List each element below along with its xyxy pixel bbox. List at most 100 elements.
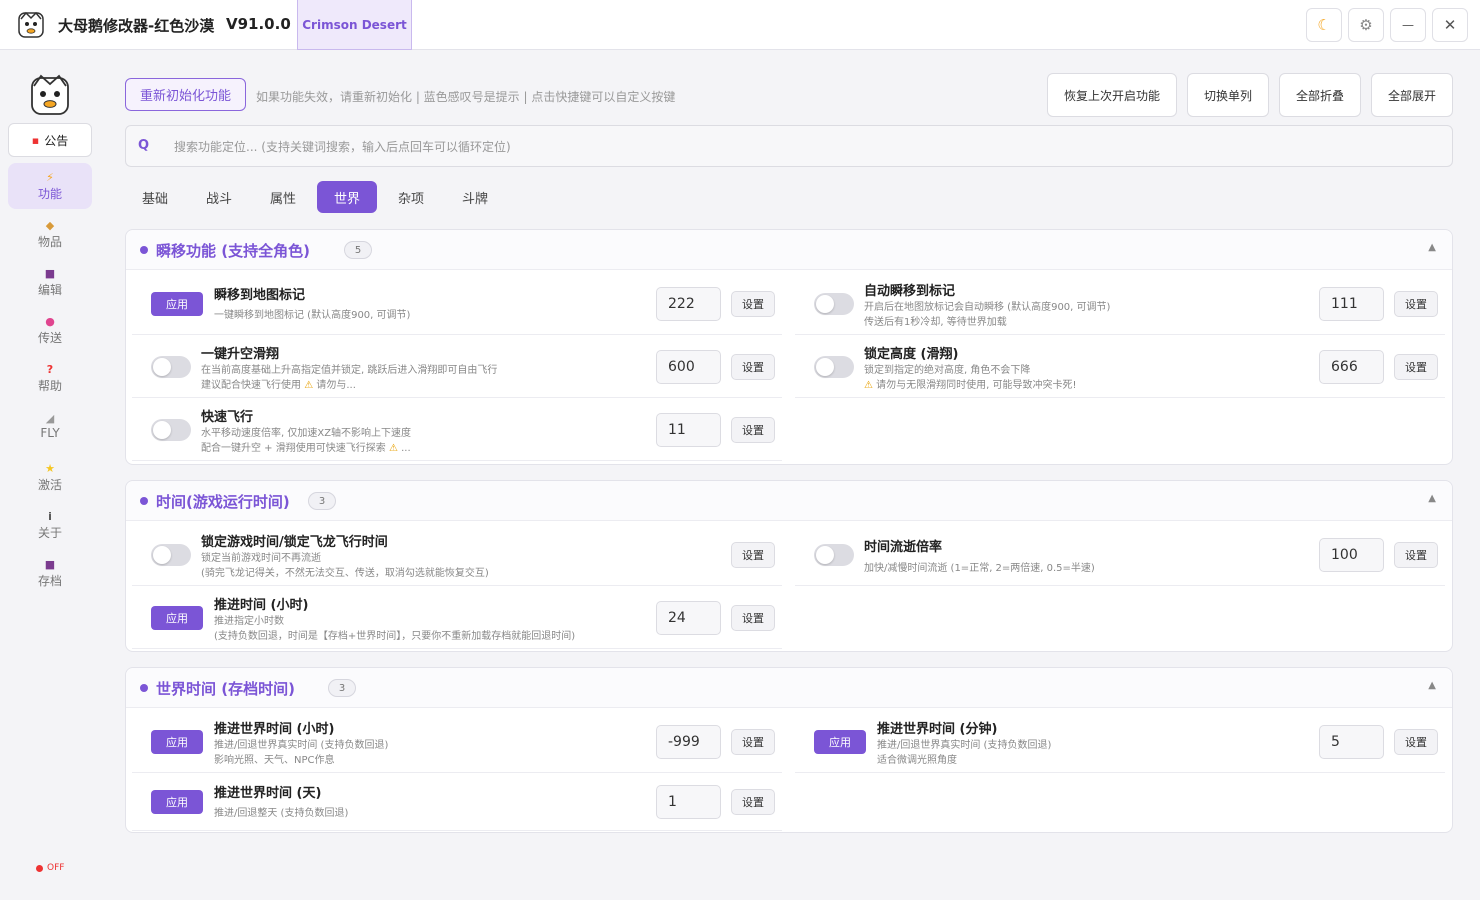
section-game-time: 时间(游戏运行时间) 3 ▲ 锁定游戏时间/锁定飞龙飞行时间 锁定当前游戏时间不… <box>125 480 1453 652</box>
set-button[interactable]: 设置 <box>1394 729 1438 755</box>
toggle-single-column-button[interactable]: 切换单列 <box>1187 73 1269 117</box>
value-input[interactable]: 1 <box>656 785 721 819</box>
tab-basic[interactable]: 基础 <box>125 181 185 213</box>
feature-desc: 开启后在地图放标记会自动瞬移 (默认高度900, 可调节) <box>864 302 1111 313</box>
sidebar-item-items[interactable]: ◆ 物品 <box>8 211 92 257</box>
section-header[interactable]: 时间(游戏运行时间) 3 ▲ <box>126 481 1452 521</box>
sidebar-item-label: 物品 <box>37 234 62 249</box>
apply-button[interactable]: 应用 <box>151 292 203 316</box>
sidebar-item-label: 激活 <box>37 477 62 492</box>
tab-combat[interactable]: 战斗 <box>189 181 249 213</box>
sidebar-item-about[interactable]: i 关于 <box>8 502 92 548</box>
feature-desc-2: 传送后有1秒冷却, 等待世界加载 <box>864 317 1007 328</box>
close-button[interactable]: ✕ <box>1432 8 1468 42</box>
collapse-arrow-icon[interactable]: ▲ <box>1428 493 1436 504</box>
value-input[interactable]: 111 <box>1319 287 1384 321</box>
toggle-switch[interactable] <box>814 544 854 566</box>
gear-icon: ⚙ <box>1359 16 1373 34</box>
feature-desc-2: ⚠ 请勿与无限滑翔同时使用, 可能导致冲突卡死! <box>864 380 1077 391</box>
set-button[interactable]: 设置 <box>731 729 775 755</box>
tab-cards[interactable]: 斗牌 <box>445 181 505 213</box>
set-button[interactable]: 设置 <box>731 542 775 568</box>
set-button[interactable]: 设置 <box>1394 542 1438 568</box>
feature-title: 一键升空滑翔 <box>201 347 280 362</box>
expand-all-button[interactable]: 全部展开 <box>1371 73 1453 117</box>
feature-desc-2: (支持负数回退，时间是【存档+世界时间】，只要你不重新加载存档就能回退时间) <box>214 631 576 642</box>
set-button[interactable]: 设置 <box>731 291 775 317</box>
value-input[interactable]: 600 <box>656 350 721 384</box>
section-count-badge: 5 <box>344 241 372 259</box>
tab-world[interactable]: 世界 <box>317 181 377 213</box>
section-teleport: 瞬移功能 (支持全角色) 5 ▲ 应用 瞬移到地图标记 一键瞬移到地图标记 (默… <box>125 229 1453 465</box>
value-input[interactable]: 100 <box>1319 538 1384 572</box>
value-input[interactable]: 222 <box>656 287 721 321</box>
sidebar-item-label: 传送 <box>37 330 62 345</box>
apply-button[interactable]: 应用 <box>151 790 203 814</box>
value-input[interactable]: 5 <box>1319 725 1384 759</box>
settings-button[interactable]: ⚙ <box>1348 8 1384 42</box>
section-title: 世界时间 (存档时间) <box>156 680 295 698</box>
feature-row-ascend-glide: 一键升空滑翔 在当前高度基础上升高指定值并锁定, 跳跃后进入滑翔即可自由飞行 建… <box>132 335 782 398</box>
feature-title: 推进世界时间 (天) <box>214 786 322 801</box>
sidebar-item-activate[interactable]: ★ 激活 <box>8 454 92 500</box>
feature-desc: 推进指定小时数 <box>214 616 284 627</box>
value-input[interactable]: 24 <box>656 601 721 635</box>
collapse-all-button[interactable]: 全部折叠 <box>1279 73 1361 117</box>
feature-desc-2: 建议配合快速飞行使用 ⚠ 请勿与... <box>201 380 356 391</box>
section-header[interactable]: 瞬移功能 (支持全角色) 5 ▲ <box>126 230 1452 270</box>
sidebar-item-label: FLY <box>40 426 60 440</box>
apply-button[interactable]: 应用 <box>151 730 203 754</box>
section-world-time: 世界时间 (存档时间) 3 ▲ 应用 推进世界时间 (小时) 推进/回退世界真实… <box>125 667 1453 833</box>
info-icon: i <box>48 509 52 523</box>
toggle-switch[interactable] <box>814 293 854 315</box>
collapse-arrow-icon[interactable]: ▲ <box>1428 680 1436 691</box>
toggle-switch[interactable] <box>151 419 191 441</box>
set-button[interactable]: 设置 <box>731 354 775 380</box>
set-button[interactable]: 设置 <box>731 789 775 815</box>
sidebar-item-fly[interactable]: ◢ FLY <box>8 403 92 449</box>
moon-icon: ☾ <box>1317 16 1331 34</box>
apply-button[interactable]: 应用 <box>814 730 866 754</box>
feature-title: 时间流逝倍率 <box>864 540 943 555</box>
toggle-switch[interactable] <box>151 356 191 378</box>
close-icon: ✕ <box>1443 16 1457 34</box>
section-header[interactable]: 世界时间 (存档时间) 3 ▲ <box>126 668 1452 708</box>
tab-attributes[interactable]: 属性 <box>253 181 313 213</box>
value-input[interactable]: 11 <box>656 413 721 447</box>
sidebar-item-edit[interactable]: ■ 编辑 <box>8 259 92 305</box>
tab-misc[interactable]: 杂项 <box>381 181 441 213</box>
game-tab-crimson-desert[interactable]: Crimson Desert <box>297 0 412 50</box>
value-input[interactable]: -999 <box>656 725 721 759</box>
feature-row-advance-hours: 应用 推进时间 (小时) 推进指定小时数 (支持负数回退，时间是【存档+世界时间… <box>132 586 782 649</box>
reinit-button[interactable]: 重新初始化功能 <box>125 78 246 111</box>
feature-row-lock-game-time: 锁定游戏时间/锁定飞龙飞行时间 锁定当前游戏时间不再流逝 (骑完飞龙记得关，不然… <box>132 523 782 586</box>
set-button[interactable]: 设置 <box>731 417 775 443</box>
goose-avatar-icon <box>31 74 69 115</box>
sidebar-item-help[interactable]: ? 帮助 <box>8 355 92 401</box>
sidebar-item-features[interactable]: ⚡ 功能 <box>8 163 92 209</box>
warning-icon: ⚠ <box>864 380 873 391</box>
feature-title: 瞬移到地图标记 <box>214 288 306 303</box>
set-button[interactable]: 设置 <box>1394 291 1438 317</box>
feature-desc: 推进/回退整天 (支持负数回退) <box>214 808 349 819</box>
feature-row-auto-teleport: 自动瞬移到标记 开启后在地图放标记会自动瞬移 (默认高度900, 可调节) 传送… <box>795 272 1445 335</box>
apply-button[interactable]: 应用 <box>151 606 203 630</box>
value-input[interactable]: 666 <box>1319 350 1384 384</box>
toggle-switch[interactable] <box>814 356 854 378</box>
toggle-switch[interactable] <box>151 544 191 566</box>
notice-button[interactable]: ▪ 公告 <box>8 123 92 157</box>
feature-row-teleport-to-marker: 应用 瞬移到地图标记 一键瞬移到地图标记 (默认高度900, 可调节) 222 … <box>132 272 782 335</box>
sidebar-item-archive[interactable]: ■ 存档 <box>8 550 92 596</box>
warning-icon: ⚠ <box>388 443 398 454</box>
set-button[interactable]: 设置 <box>1394 354 1438 380</box>
sidebar-item-label: 功能 <box>37 186 62 201</box>
feature-desc: 一键瞬移到地图标记 (默认高度900, 可调节) <box>214 310 411 321</box>
theme-toggle-button[interactable]: ☾ <box>1306 8 1342 42</box>
feature-title: 锁定游戏时间/锁定飞龙飞行时间 <box>201 535 388 550</box>
restore-last-button[interactable]: 恢复上次开启功能 <box>1047 73 1177 117</box>
set-button[interactable]: 设置 <box>731 605 775 631</box>
minimize-button[interactable]: — <box>1390 8 1426 42</box>
collapse-arrow-icon[interactable]: ▲ <box>1428 242 1436 253</box>
search-input[interactable] <box>174 135 1434 159</box>
sidebar-item-teleport[interactable]: ● 传送 <box>8 307 92 353</box>
